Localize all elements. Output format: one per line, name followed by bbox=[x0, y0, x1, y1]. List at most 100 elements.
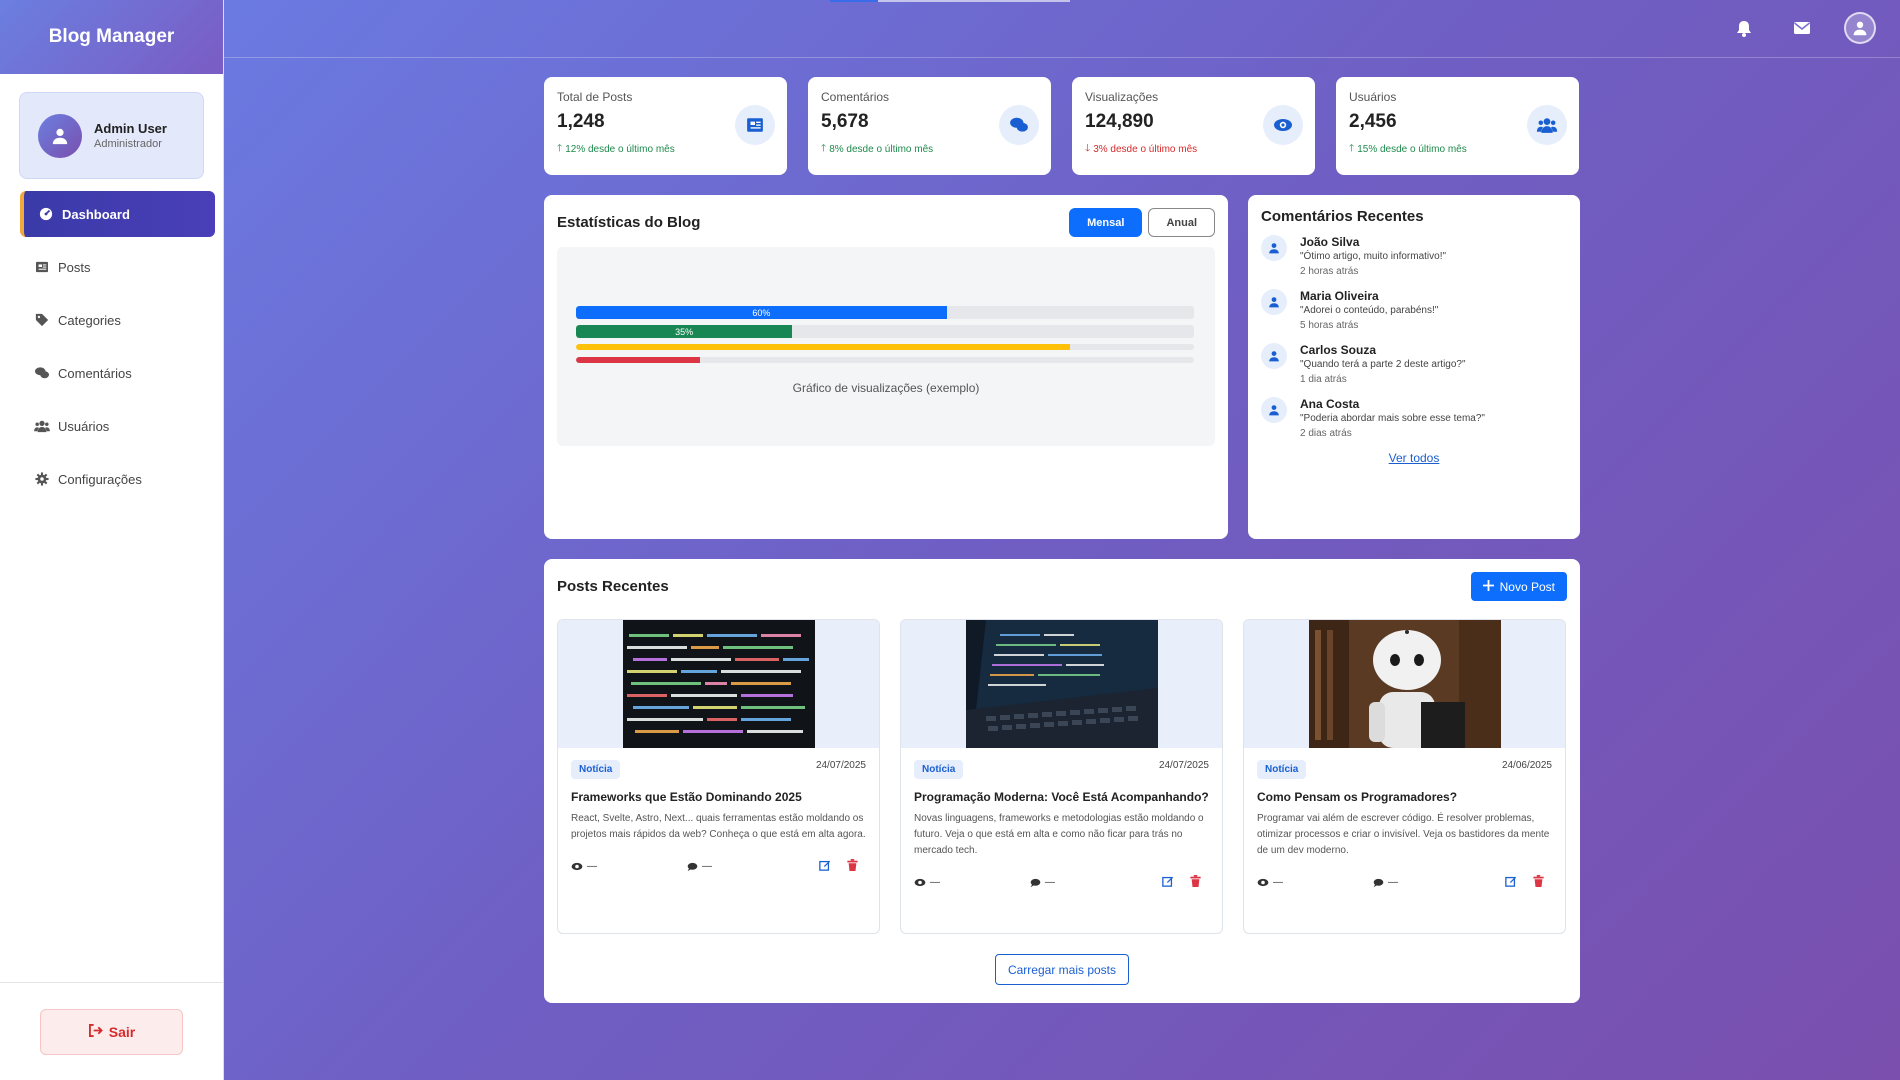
edit-post-button[interactable] bbox=[819, 859, 831, 874]
comment-item[interactable]: Ana Costa "Poderia abordar mais sobre ess… bbox=[1261, 397, 1567, 439]
yearly-button[interactable]: Anual bbox=[1148, 208, 1215, 237]
gauge-icon bbox=[38, 207, 54, 221]
post-date: 24/07/2025 bbox=[815, 760, 866, 771]
card-title: Posts Recentes bbox=[557, 578, 669, 595]
sidebar-item-categories[interactable]: Categories bbox=[20, 297, 215, 343]
post-card[interactable]: Notícia 24/06/2025 Como Pensam os Progra… bbox=[1243, 619, 1566, 934]
sidebar-item-dashboard[interactable]: Dashboard bbox=[20, 191, 215, 237]
post-card[interactable]: Notícia 24/07/2025 Programação Moderna: … bbox=[900, 619, 1223, 934]
post-card[interactable]: Notícia 24/07/2025 Frameworks que Estão … bbox=[557, 619, 880, 934]
comment-text: "Ótimo artigo, muito informativo!" bbox=[1300, 251, 1447, 262]
arrow-up-icon: 🡑 bbox=[1349, 143, 1355, 154]
avatar bbox=[38, 113, 82, 158]
sidebar-item-label: Comentários bbox=[58, 365, 132, 381]
comments-count: — bbox=[687, 861, 712, 872]
stat-trend: 🡑 15% desde o último mês bbox=[1349, 141, 1566, 158]
post-excerpt: React, Svelte, Astro, Next... quais ferr… bbox=[571, 813, 866, 840]
post-grid: Notícia 24/07/2025 Frameworks que Estão … bbox=[557, 619, 1567, 934]
comment-icon bbox=[687, 862, 698, 871]
trash-icon bbox=[1190, 875, 1201, 887]
post-title[interactable]: Programação Moderna: Você Está Acompanha… bbox=[914, 789, 1209, 805]
user-circle-icon bbox=[1853, 21, 1867, 36]
recent-comments-card: Comentários Recentes João Silva "Ótimo ar… bbox=[1248, 195, 1580, 539]
stat-trend: 🡑 8% desde o último mês bbox=[821, 141, 1038, 158]
comments-icon bbox=[999, 105, 1039, 145]
bell-icon bbox=[1737, 20, 1751, 37]
comment-text: "Poderia abordar mais sobre esse tema?" bbox=[1300, 413, 1485, 424]
post-excerpt: Programar vai além de escrever código. É… bbox=[1257, 813, 1550, 856]
sidebar: Blog Manager Admin User Administrador Da… bbox=[0, 0, 224, 1080]
chart-caption: Gráfico de visualizações (exemplo) bbox=[792, 381, 980, 395]
eye-icon bbox=[1257, 878, 1269, 887]
new-post-button[interactable]: Novo Post bbox=[1470, 572, 1567, 601]
user-icon bbox=[52, 128, 68, 144]
comment-author: Maria Oliveira bbox=[1300, 289, 1379, 303]
comment-time: 2 horas atrás bbox=[1300, 266, 1359, 277]
topbar bbox=[224, 0, 1900, 58]
eye-icon bbox=[1263, 105, 1303, 145]
user-card: Admin User Administrador bbox=[19, 92, 204, 179]
delete-post-button[interactable] bbox=[1533, 875, 1544, 890]
user-role: Administrador bbox=[94, 138, 162, 150]
stat-trend: 🡑 12% desde o último mês bbox=[557, 141, 774, 158]
gear-icon bbox=[34, 472, 50, 486]
arrow-up-icon: 🡑 bbox=[557, 143, 563, 154]
comment-text: "Adorei o conteúdo, parabéns!" bbox=[1300, 305, 1439, 316]
brand-title[interactable]: Blog Manager bbox=[0, 0, 223, 74]
category-badge: Notícia bbox=[914, 760, 964, 779]
comments-icon bbox=[34, 366, 50, 380]
monthly-button[interactable]: Mensal bbox=[1069, 208, 1143, 237]
recent-posts-card: Posts Recentes Novo Post Notícia 24/07/2… bbox=[544, 559, 1580, 1003]
comment-text: "Quando terá a parte 2 deste artigo?" bbox=[1300, 359, 1466, 370]
see-all-link[interactable]: Ver todos bbox=[1261, 451, 1567, 465]
post-thumbnail bbox=[622, 620, 815, 748]
sidebar-item-users[interactable]: Usuários bbox=[20, 403, 215, 449]
category-badge: Notícia bbox=[1257, 760, 1307, 779]
user-icon bbox=[1261, 289, 1287, 315]
notifications-button[interactable] bbox=[1728, 12, 1760, 44]
eye-icon bbox=[571, 862, 583, 871]
user-icon bbox=[1261, 343, 1287, 369]
tags-icon bbox=[34, 313, 50, 327]
sidebar-item-settings[interactable]: Configurações bbox=[20, 456, 215, 502]
comment-time: 5 horas atrás bbox=[1300, 320, 1359, 331]
edit-icon bbox=[1505, 876, 1517, 887]
sidebar-item-posts[interactable]: Posts bbox=[20, 244, 215, 290]
views-count: — bbox=[1257, 877, 1283, 888]
stat-label: Visualizações bbox=[1085, 90, 1159, 104]
delete-post-button[interactable] bbox=[847, 859, 858, 874]
messages-button[interactable] bbox=[1786, 12, 1818, 44]
card-title: Estatísticas do Blog bbox=[557, 214, 701, 231]
logout-button[interactable]: Sair bbox=[40, 1008, 183, 1055]
edit-post-button[interactable] bbox=[1505, 875, 1517, 890]
comment-item[interactable]: Maria Oliveira "Adorei o conteúdo, parabé… bbox=[1261, 289, 1567, 331]
sidebar-item-label: Configurações bbox=[58, 471, 142, 487]
users-icon bbox=[34, 419, 50, 433]
load-more-button[interactable]: Carregar mais posts bbox=[995, 954, 1129, 985]
edit-icon bbox=[1162, 876, 1174, 887]
post-title[interactable]: Frameworks que Estão Dominando 2025 bbox=[571, 789, 866, 805]
stat-card-users: Usuários 2,456 🡑 15% desde o último mês bbox=[1336, 77, 1579, 175]
edit-post-button[interactable] bbox=[1162, 875, 1174, 890]
comments-count: — bbox=[1030, 877, 1055, 888]
bar-track: 60% bbox=[576, 306, 1194, 319]
delete-post-button[interactable] bbox=[1190, 875, 1201, 890]
stat-label: Comentários bbox=[821, 90, 890, 104]
users-icon bbox=[1527, 105, 1567, 145]
post-title[interactable]: Como Pensam os Programadores? bbox=[1257, 789, 1552, 805]
comment-item[interactable]: Carlos Souza "Quando terá a parte 2 deste… bbox=[1261, 343, 1567, 385]
post-excerpt: Novas linguagens, frameworks e metodolog… bbox=[914, 813, 1204, 856]
profile-button[interactable] bbox=[1844, 12, 1876, 44]
sidebar-item-comments[interactable]: Comentários bbox=[20, 350, 215, 396]
bar-track: 35% bbox=[576, 325, 1194, 338]
comment-item[interactable]: João Silva "Ótimo artigo, muito informati… bbox=[1261, 235, 1567, 277]
logout-label: Sair bbox=[108, 1023, 136, 1040]
comment-icon bbox=[1030, 878, 1041, 887]
post-date: 24/07/2025 bbox=[1158, 760, 1209, 771]
user-icon bbox=[1261, 397, 1287, 423]
comment-icon bbox=[1373, 878, 1384, 887]
bar-track bbox=[576, 344, 1194, 350]
middle-row: Estatísticas do Blog Mensal Anual 60% 35%… bbox=[544, 195, 1580, 539]
user-name: Admin User bbox=[94, 121, 167, 136]
sidebar-footer: Sair bbox=[0, 982, 223, 1080]
